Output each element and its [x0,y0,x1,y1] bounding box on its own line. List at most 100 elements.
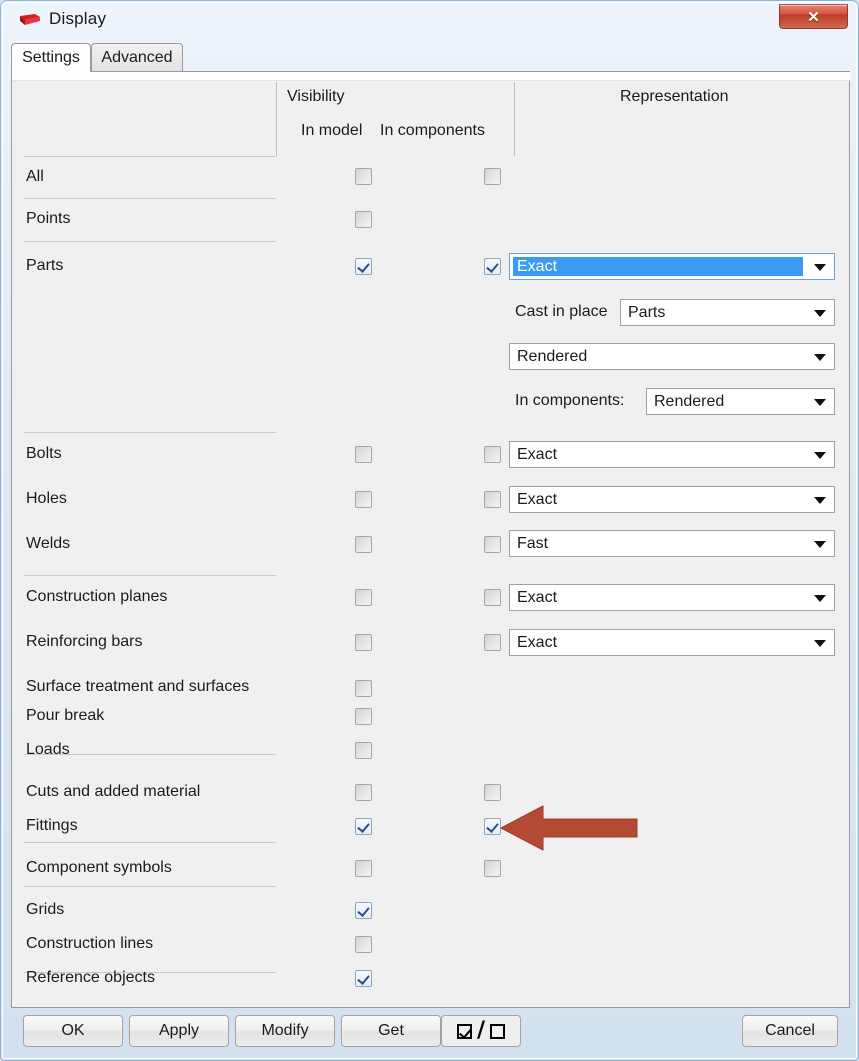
apply-button-label: Apply [158,1022,200,1039]
row-label-construction-planes: Construction planes [26,588,168,605]
combo-bolts-representation[interactable]: Exact [509,441,835,468]
row-separator [24,198,276,199]
row-label-component-symbols: Component symbols [26,859,172,876]
dialog-client-area: Settings Advanced Visibility Representat… [11,43,851,1052]
get-button[interactable]: Get [341,1015,441,1047]
combo-parts-in-components-value: Rendered [654,392,725,410]
column-header-in-model: In model [301,122,363,139]
close-icon: ✕ [807,8,820,26]
chevron-down-icon [814,639,826,647]
checkbox-reinforcing-bars-in-components[interactable] [484,634,501,651]
display-dialog-window: Display ✕ Settings Advanced Visibility R… [0,0,859,1061]
combo-welds-representation[interactable]: Fast [509,530,835,557]
settings-panel: Visibility Representation In model In co… [11,71,851,1008]
column-header-visibility: Visibility [287,88,345,105]
tab-strip: Settings Advanced [11,43,850,72]
checkbox-reinforcing-bars-in-model[interactable] [355,634,372,651]
label-parts-in-components: In components: [515,392,625,409]
checkbox-all-in-components[interactable] [484,168,501,185]
checkbox-parts-in-model[interactable] [355,258,372,275]
row-label-holes: Holes [26,490,67,507]
checkbox-surface-treatment-in-model[interactable] [355,680,372,697]
apply-button[interactable]: Apply [129,1015,229,1047]
close-button[interactable]: ✕ [779,4,848,29]
tab-settings[interactable]: Settings [11,43,91,72]
tab-advanced[interactable]: Advanced [91,43,183,71]
row-label-all: All [26,168,44,185]
unchecked-box-icon [490,1023,506,1039]
chevron-down-icon [814,451,826,459]
chevron-down-icon [814,353,826,361]
checkbox-bolts-in-components[interactable] [484,446,501,463]
combo-cast-in-place[interactable]: Parts [620,299,835,326]
get-button-label: Get [378,1022,404,1039]
checkbox-construction-lines-in-model[interactable] [355,936,372,953]
row-separator [24,241,276,242]
chevron-down-icon [814,309,826,317]
modify-button[interactable]: Modify [235,1015,335,1047]
annotation-arrow-icon [500,805,638,851]
chevron-down-icon [814,540,826,548]
checkbox-all-in-model[interactable] [355,168,372,185]
row-label-fittings: Fittings [26,817,78,834]
combo-holes-representation-value: Exact [517,490,558,508]
column-divider-right [514,82,515,156]
row-label-construction-lines: Construction lines [26,935,154,952]
chevron-down-icon [814,496,826,504]
row-label-pour-break: Pour break [26,707,105,724]
slash-separator: / [476,1018,486,1043]
combo-reinforcing-bars-representation-value: Exact [517,633,558,651]
row-label-loads: Loads [26,741,70,758]
ok-button[interactable]: OK [23,1015,123,1047]
combo-parts-in-components[interactable]: Rendered [646,388,835,415]
checkbox-construction-planes-in-components[interactable] [484,589,501,606]
checkbox-welds-in-components[interactable] [484,536,501,553]
combo-cast-in-place-value: Parts [628,303,666,321]
checkbox-component-symbols-in-model[interactable] [355,860,372,877]
checkbox-reference-objects-in-model[interactable] [355,970,372,987]
checkbox-parts-in-components[interactable] [484,258,501,275]
row-separator [24,842,276,843]
combo-reinforcing-bars-representation[interactable]: Exact [509,629,835,656]
checkbox-points-in-model[interactable] [355,211,372,228]
checkbox-grids-in-model[interactable] [355,902,372,919]
ok-button-label: OK [61,1022,85,1039]
chevron-down-icon [814,263,826,271]
checkbox-component-symbols-in-components[interactable] [484,860,501,877]
checkbox-cuts-in-components[interactable] [484,784,501,801]
column-divider-left [276,82,277,156]
checkbox-holes-in-components[interactable] [484,491,501,508]
combo-parts-rendered[interactable]: Rendered [509,343,835,370]
checkbox-construction-planes-in-model[interactable] [355,589,372,606]
column-header-in-components: In components [380,122,485,139]
combo-holes-representation[interactable]: Exact [509,486,835,513]
checkbox-holes-in-model[interactable] [355,491,372,508]
dialog-button-bar: OK Apply Modify Get / Cancel [11,1013,850,1052]
row-label-surface-treatment: Surface treatment and surfaces [26,678,250,695]
checked-box-icon [456,1023,472,1039]
combo-bolts-representation-value: Exact [517,445,558,463]
row-label-parts: Parts [26,257,64,274]
column-header-representation: Representation [620,88,729,105]
row-separator [24,575,276,576]
chevron-down-icon [814,594,826,602]
checkbox-welds-in-model[interactable] [355,536,372,553]
checkbox-loads-in-model[interactable] [355,742,372,759]
title-bar[interactable]: Display ✕ [3,3,856,37]
combo-welds-representation-value: Fast [517,534,549,552]
checkbox-cuts-in-model[interactable] [355,784,372,801]
checkbox-fittings-in-model[interactable] [355,818,372,835]
modify-button-label: Modify [261,1022,309,1039]
cancel-button[interactable]: Cancel [742,1015,838,1047]
display-settings-grid: Visibility Representation In model In co… [12,80,849,1007]
row-label-bolts: Bolts [26,445,62,462]
combo-construction-planes-representation[interactable]: Exact [509,584,835,611]
row-label-reinforcing-bars: Reinforcing bars [26,633,143,650]
toggle-all-checkboxes-button[interactable]: / [441,1015,521,1047]
row-label-cuts-and-added-material: Cuts and added material [26,783,201,800]
row-label-welds: Welds [26,535,71,552]
combo-parts-representation[interactable]: Exact [509,253,835,280]
window-title: Display [49,9,107,28]
checkbox-pour-break-in-model[interactable] [355,708,372,725]
checkbox-bolts-in-model[interactable] [355,446,372,463]
